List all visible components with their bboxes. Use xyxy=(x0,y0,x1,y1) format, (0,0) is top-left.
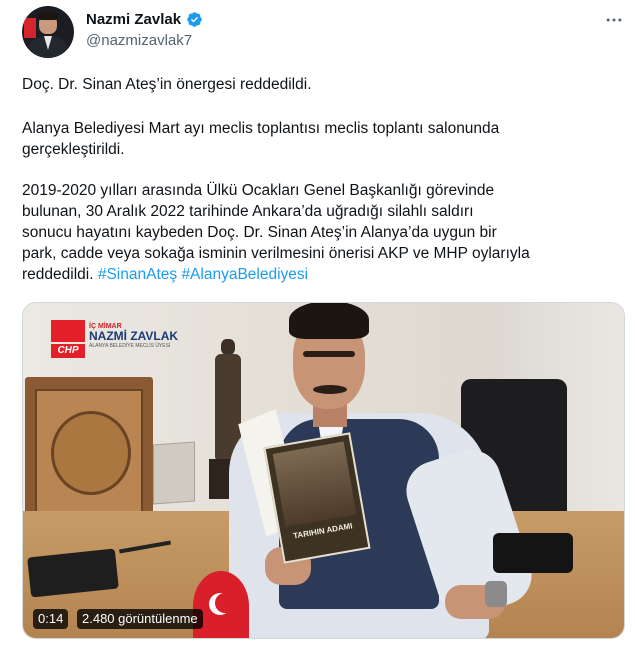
tweet-paragraph-3: 2019-2020 yılları arasında Ülkü Ocakları… xyxy=(22,180,622,285)
watermark-logo: CHP İÇ MİMAR NAZMİ ZAVLAK ALANYA BELEDİY… xyxy=(51,320,178,360)
wall-frame xyxy=(25,377,153,525)
author-avatar[interactable] xyxy=(22,6,74,58)
turkish-flag xyxy=(193,571,249,638)
tweet-paragraph-3-line-2: bulunan, 30 Aralık 2022 tarihinde Ankara… xyxy=(22,203,474,220)
verified-badge-icon xyxy=(187,12,202,27)
tweet: Nazmi Zavlak @nazmizavlak7 Doç. Dr. Sina… xyxy=(0,0,635,663)
tweet-paragraph-3-line-5: reddedildi. #SinanAteş #AlanyaBelediyesi xyxy=(22,264,622,285)
tweet-paragraph-2: Alanya Belediyesi Mart ayı meclis toplan… xyxy=(22,118,622,160)
video-duration-badge: 0:14 xyxy=(33,609,69,629)
tweet-paragraph-3-line-1: 2019-2020 yılları arasında Ülkü Ocakları… xyxy=(22,182,495,199)
chp-logo-icon: CHP xyxy=(51,320,85,360)
tweet-paragraph-3-line-4: park, cadde veya sokağa isminin verilmes… xyxy=(22,245,530,262)
tweet-paragraph-3-line-5-text: reddedildi. xyxy=(22,266,94,283)
hashtag-link[interactable]: #AlanyaBelediyesi xyxy=(181,266,308,283)
video-player[interactable]: TARIHIN ADAMI CHP İÇ MİMAR NAZMİ ZAVLAK … xyxy=(22,302,625,639)
tweet-paragraph-2-line-2: gerçekleştirildi. xyxy=(22,141,125,158)
author-handle[interactable]: @nazmizavlak7 xyxy=(86,32,192,49)
author-display-name[interactable]: Nazmi Zavlak xyxy=(86,11,181,28)
hashtag-link[interactable]: #SinanAteş xyxy=(98,266,177,283)
author-name-row: Nazmi Zavlak xyxy=(86,11,203,28)
more-options-icon[interactable] xyxy=(600,10,628,30)
video-views-badge: 2.480 görüntülenme xyxy=(77,609,203,629)
tweet-paragraph-3-line-3: sonucu hayatını kaybeden Doç. Dr. Sinan … xyxy=(22,224,497,241)
tweet-paragraph-1: Doç. Dr. Sinan Ateş’in önergesi reddedil… xyxy=(22,76,312,93)
watermark-line-3: ALANYA BELEDİYE MECLİS ÜYESİ xyxy=(89,343,171,349)
tweet-paragraph-2-line-1: Alanya Belediyesi Mart ayı meclis toplan… xyxy=(22,120,500,137)
watermark-line-2: NAZMİ ZAVLAK xyxy=(89,329,179,343)
